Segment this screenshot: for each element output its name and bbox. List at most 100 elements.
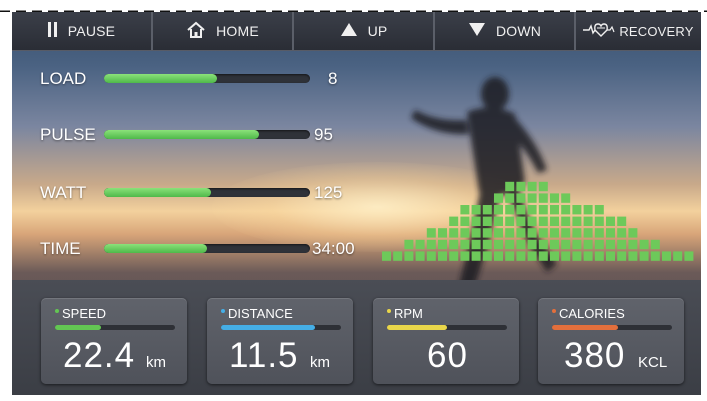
profile-block — [606, 216, 615, 226]
profile-block — [426, 239, 436, 250]
pause-icon — [47, 22, 58, 40]
profile-block — [538, 193, 548, 203]
profile-block — [382, 251, 391, 261]
time-label: TIME — [40, 239, 81, 258]
pulse-bar — [104, 130, 310, 139]
profile-block — [460, 205, 470, 215]
distance-indicator-dot — [221, 309, 225, 313]
profile-block — [561, 228, 571, 238]
profile-block — [482, 239, 492, 250]
profile-block — [650, 251, 660, 261]
triangle-up-icon — [340, 22, 358, 40]
calories-indicator-dot — [552, 309, 556, 313]
profile-block — [505, 216, 515, 226]
profile-block — [449, 216, 459, 226]
profile-block — [538, 239, 548, 250]
recovery-button[interactable]: RECOVERY — [576, 12, 701, 50]
distance-value: 11.5 — [229, 336, 299, 375]
profile-block — [594, 216, 604, 226]
speed-bar-fill — [55, 325, 101, 330]
down-button[interactable]: DOWN — [435, 12, 576, 50]
profile-block — [482, 216, 492, 226]
calories-unit: KCL — [638, 354, 668, 371]
rpm-card: RPM 60 — [373, 298, 519, 384]
profile-block — [550, 193, 559, 203]
profile-block — [438, 228, 447, 238]
profile-block — [471, 251, 481, 261]
profile-block — [494, 251, 503, 261]
profile-block — [460, 216, 470, 226]
profile-block — [438, 251, 447, 261]
profile-block — [426, 251, 436, 261]
speed-bar — [55, 325, 175, 330]
profile-block — [449, 228, 459, 238]
pulse-value: 95 — [314, 125, 333, 144]
profile-block — [572, 239, 582, 250]
pause-label: PAUSE — [67, 23, 116, 39]
speed-indicator-dot — [55, 309, 59, 313]
profile-block — [404, 239, 414, 250]
rpm-value: 60 — [427, 336, 468, 375]
profile-block — [583, 205, 593, 215]
speed-unit: km — [146, 354, 166, 371]
profile-block — [628, 228, 638, 238]
profile-block — [561, 239, 571, 250]
profile-block — [482, 205, 492, 215]
watt-value: 125 — [314, 183, 343, 202]
profile-block — [527, 193, 537, 203]
profile-block — [594, 239, 604, 250]
distance-bar-fill — [221, 325, 315, 330]
profile-block — [538, 251, 548, 261]
profile-block — [662, 251, 671, 261]
profile-block — [572, 251, 582, 261]
profile-block — [673, 251, 683, 261]
distance-title: DISTANCE — [228, 306, 293, 321]
profile-block — [561, 205, 571, 215]
profile-block — [527, 205, 537, 215]
profile-block — [471, 216, 481, 226]
profile-block — [505, 228, 515, 238]
profile-block — [494, 205, 503, 215]
profile-block — [482, 251, 492, 261]
profile-block — [538, 205, 548, 215]
recovery-label: RECOVERY — [619, 23, 694, 39]
profile-block — [617, 251, 627, 261]
rpm-indicator-dot — [387, 309, 391, 313]
time-value: 34:00 — [312, 239, 355, 258]
profile-block — [505, 239, 515, 250]
intensity-profile-chart — [382, 181, 694, 261]
profile-block — [639, 251, 649, 261]
profile-block — [538, 216, 548, 226]
rpm-bar — [387, 325, 507, 330]
profile-block — [505, 181, 515, 192]
calories-bar-fill — [552, 325, 618, 330]
profile-block — [482, 228, 492, 238]
workout-screen: PAUSE HOME UP DOWN RECOVERY LOAD 8 PULSE… — [12, 12, 701, 395]
profile-block — [550, 239, 559, 250]
profile-block — [494, 228, 503, 238]
watt-bar-fill — [104, 188, 212, 197]
profile-block — [594, 251, 604, 261]
profile-block — [550, 251, 559, 261]
profile-block — [583, 216, 593, 226]
watt-label: WATT — [40, 183, 87, 202]
profile-block — [650, 239, 660, 250]
calories-bar — [552, 325, 672, 330]
profile-block — [415, 239, 425, 250]
pause-button[interactable]: PAUSE — [12, 12, 153, 50]
profile-block — [449, 251, 459, 261]
profile-block — [393, 251, 403, 261]
profile-block — [516, 181, 526, 192]
profile-block — [438, 239, 447, 250]
profile-block — [471, 228, 481, 238]
profile-block — [538, 228, 548, 238]
profile-block — [527, 216, 537, 226]
profile-block — [583, 239, 593, 250]
time-bar-fill — [104, 244, 207, 253]
profile-block — [460, 239, 470, 250]
profile-block — [684, 251, 694, 261]
profile-block — [415, 251, 425, 261]
distance-card: DISTANCE 11.5 km — [207, 298, 353, 384]
home-button[interactable]: HOME — [153, 12, 294, 50]
up-button[interactable]: UP — [294, 12, 435, 50]
